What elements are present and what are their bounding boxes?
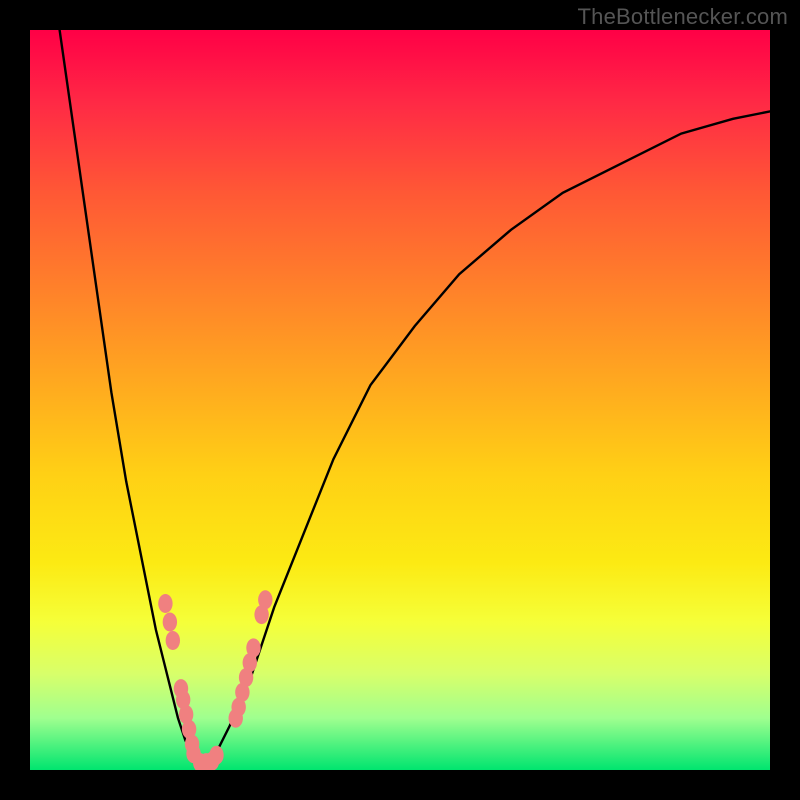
marker-bead [166, 631, 180, 650]
plot-svg [30, 30, 770, 770]
marker-bead [246, 638, 260, 657]
marker-bead [209, 746, 223, 765]
curve-right-curve [200, 111, 770, 766]
marker-bead [258, 590, 272, 609]
watermark-text: TheBottlenecker.com [578, 4, 788, 30]
chart-stage: TheBottlenecker.com [0, 0, 800, 800]
curve-left-curve [60, 30, 201, 766]
marker-bead [163, 613, 177, 632]
marker-bead [158, 594, 172, 613]
plot-area [30, 30, 770, 770]
marker-layer [158, 590, 272, 770]
curve-layer [60, 30, 770, 766]
